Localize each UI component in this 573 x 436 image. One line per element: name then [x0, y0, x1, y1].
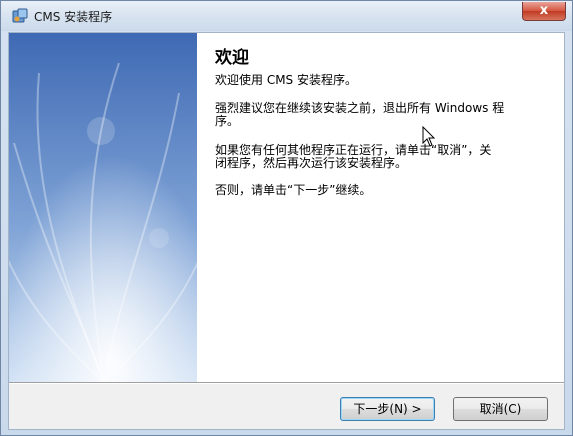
wizard-banner-image — [9, 33, 197, 382]
wizard-body: 欢迎 欢迎使用 CMS 安装程序。 强烈建议您在继续该安装之前，退出所有 Win… — [8, 32, 565, 430]
wizard-footer: 下一步(N) > 取消(C) — [9, 384, 564, 429]
mouse-pointer-icon — [422, 126, 436, 147]
welcome-panel: 欢迎 欢迎使用 CMS 安装程序。 强烈建议您在继续该安装之前，退出所有 Win… — [197, 33, 564, 382]
window-title: CMS 安装程序 — [34, 10, 113, 24]
close-programs-advice-line1: 强烈建议您在继续该安装之前，退出所有 Windows 程 — [215, 101, 505, 115]
cancel-instruction-line2: 闭程序，然后再次运行该安装程序。 — [215, 156, 408, 170]
welcome-heading: 欢迎 — [215, 48, 249, 68]
continue-instruction-text: 否则，请单击“下一步”继续。 — [215, 183, 372, 197]
close-programs-advice-line2: 序。 — [215, 114, 240, 128]
banner-graphic — [9, 33, 197, 382]
title-bar[interactable]: CMS 安装程序 x — [1, 1, 572, 31]
close-button[interactable]: x — [522, 2, 566, 21]
welcome-intro-text: 欢迎使用 CMS 安装程序。 — [215, 73, 357, 87]
close-icon: x — [539, 3, 549, 18]
installer-window: CMS 安装程序 x 欢迎 欢迎使用 CMS 安装程序。 强烈建议您在继续该安装… — [0, 0, 573, 436]
cancel-button[interactable]: 取消(C) — [453, 397, 548, 421]
next-button[interactable]: 下一步(N) > — [340, 397, 435, 421]
installer-app-icon — [12, 8, 28, 23]
